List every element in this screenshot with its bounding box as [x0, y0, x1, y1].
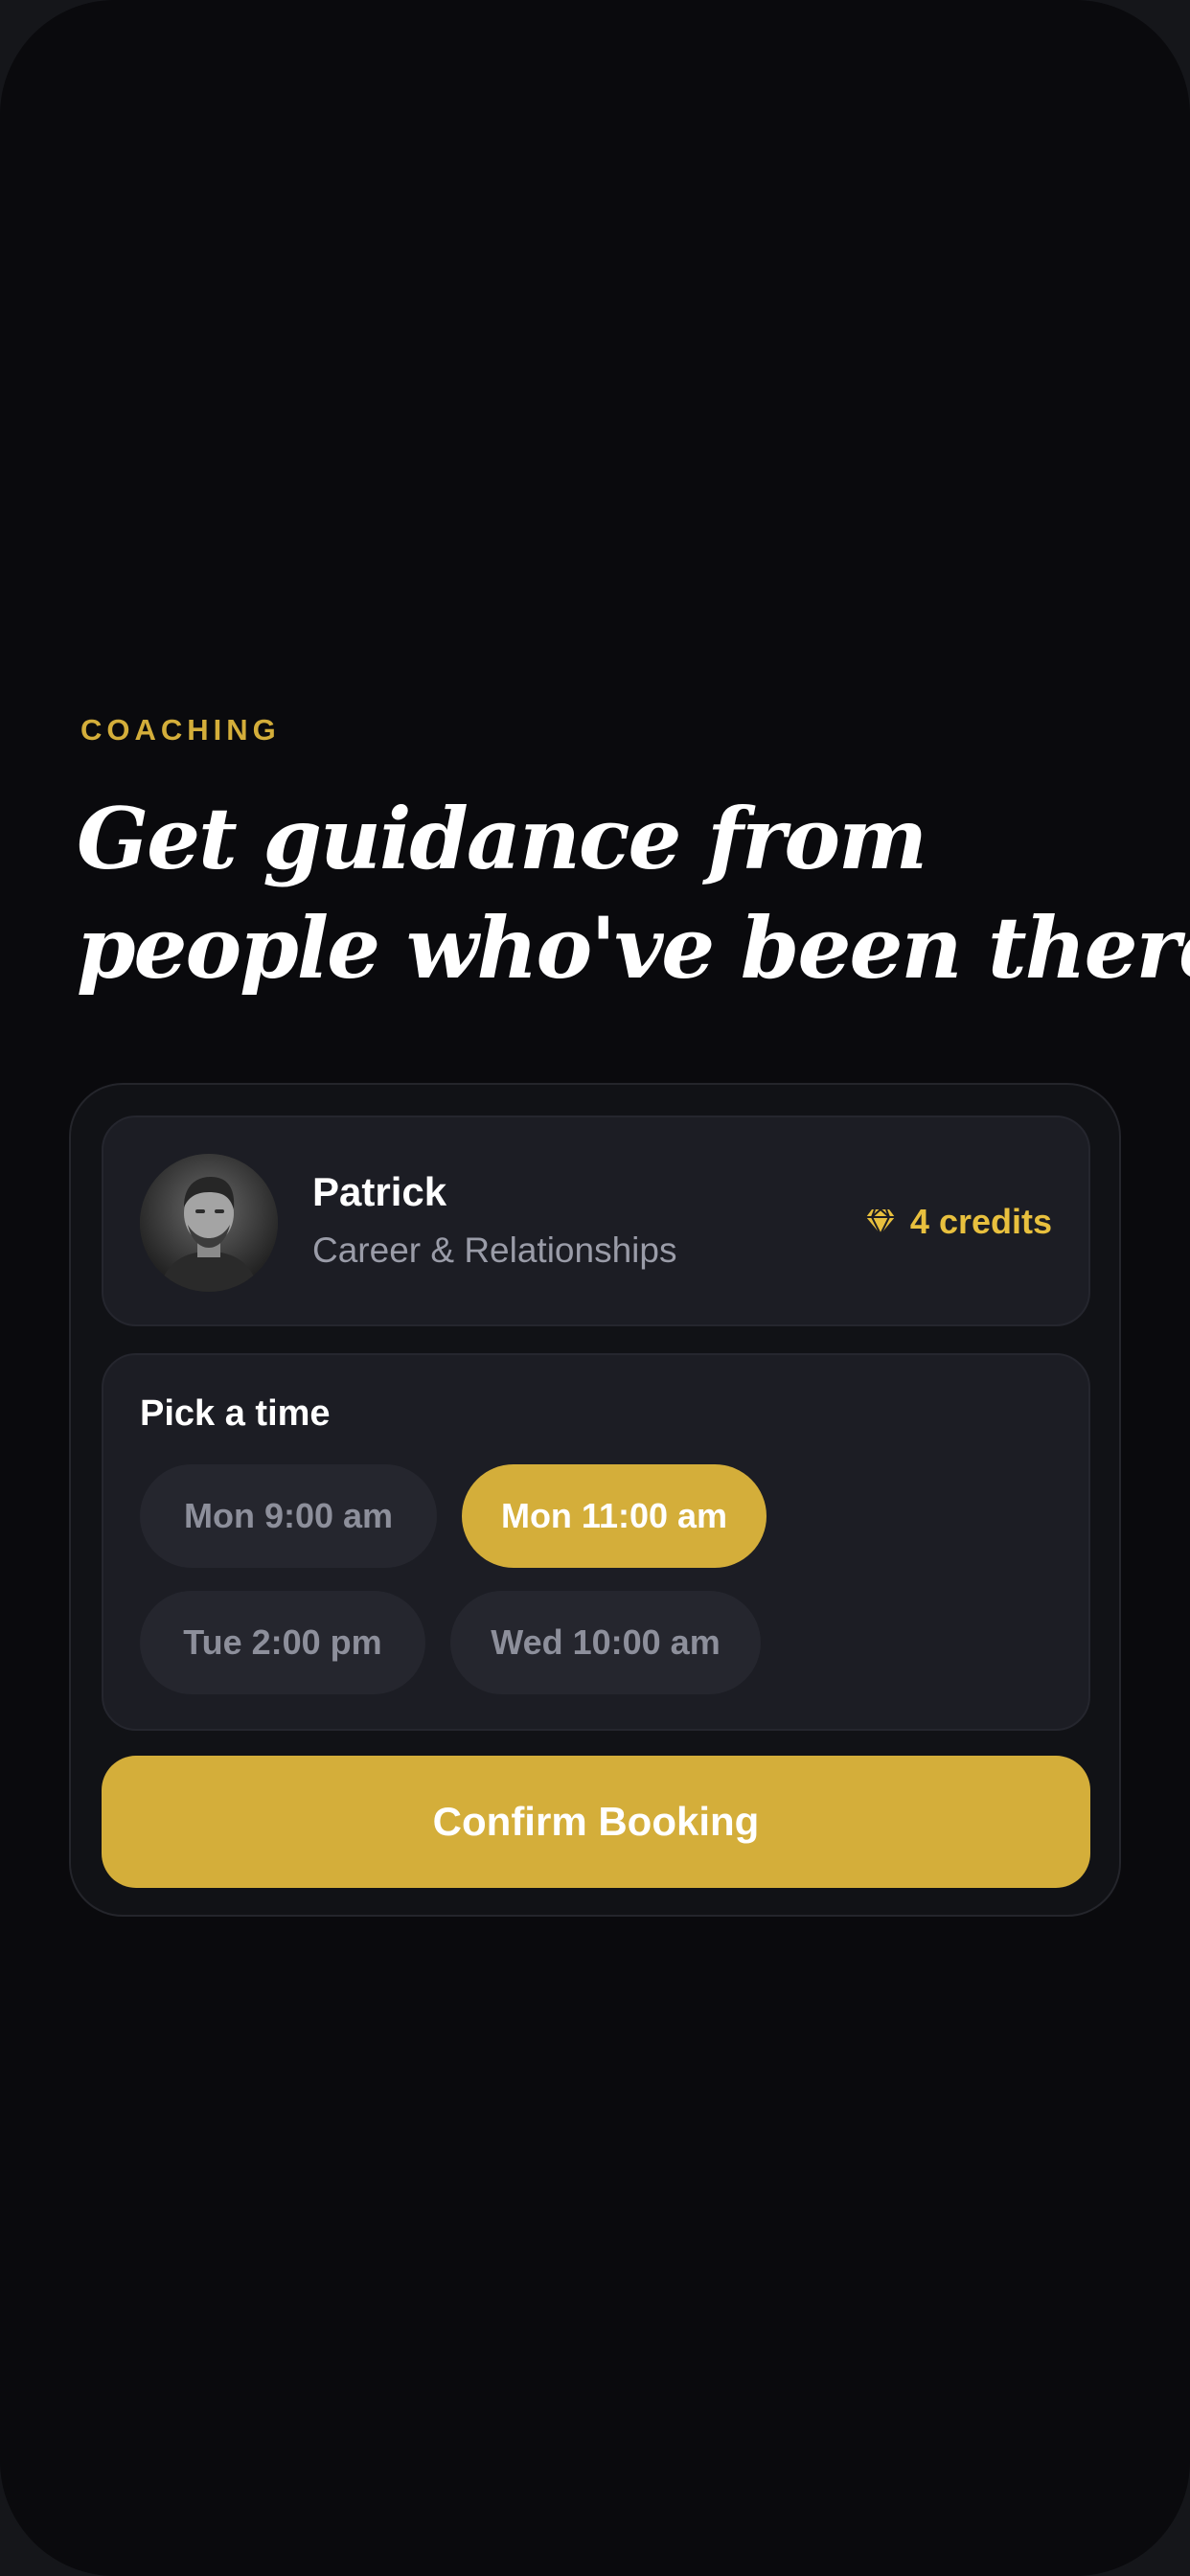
section-eyebrow: COACHING: [80, 713, 281, 747]
coach-specialty: Career & Relationships: [312, 1230, 677, 1270]
page-headline: Get guidance from people who've been the…: [77, 784, 1190, 1002]
time-picker-title: Pick a time: [140, 1393, 331, 1434]
time-slot-tue-2pm[interactable]: Tue 2:00 pm: [140, 1591, 425, 1694]
time-slot-mon-9am[interactable]: Mon 9:00 am: [140, 1464, 437, 1568]
credits-label: 4 credits: [909, 1202, 1052, 1241]
credits-badge: 4 credits: [864, 1202, 1052, 1242]
coach-avatar: [140, 1154, 278, 1292]
confirm-booking-button[interactable]: Confirm Booking: [102, 1756, 1090, 1888]
coach-card[interactable]: Patrick Career & Relationships 4 credits: [102, 1116, 1090, 1326]
time-slot-mon-11am-selected[interactable]: Mon 11:00 am: [462, 1464, 767, 1568]
diamond-icon: [865, 1208, 895, 1235]
headline-line-2: people who've been there.: [77, 898, 1190, 998]
coach-name: Patrick: [312, 1169, 447, 1214]
booking-card: Patrick Career & Relationships 4 credits…: [69, 1083, 1121, 1917]
time-slot-wed-10am[interactable]: Wed 10:00 am: [450, 1591, 761, 1694]
headline-line-1: Get guidance from: [77, 789, 927, 888]
app-screen: COACHING Get guidance from people who've…: [0, 0, 1190, 2576]
coach-portrait-image: [140, 1154, 278, 1292]
time-picker: Pick a time Mon 9:00 am Mon 11:00 am Tue…: [102, 1353, 1090, 1731]
